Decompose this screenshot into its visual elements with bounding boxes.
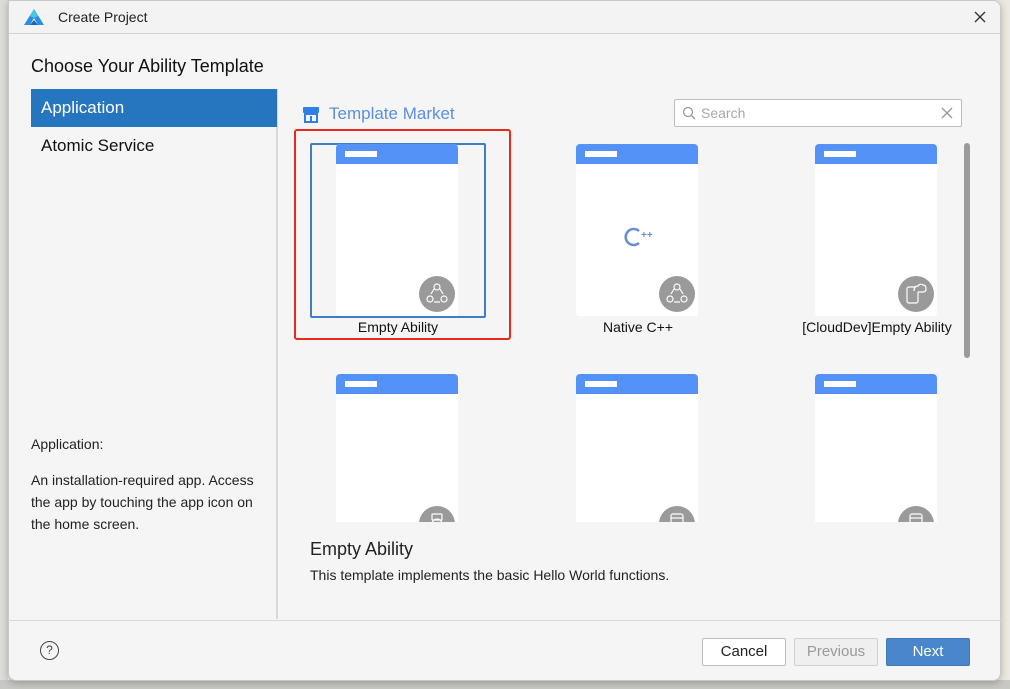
template-grid-scrollbar[interactable] [964, 143, 970, 358]
selected-template-description: This template implements the basic Hello… [310, 567, 670, 583]
category-sidebar: Application Atomic Service [31, 89, 277, 619]
preview-header [815, 144, 937, 164]
template-card-empty-ability[interactable]: Empty Ability [310, 143, 490, 343]
category-description: An installation-required app. Access the… [31, 472, 254, 532]
device-icon [898, 506, 934, 522]
template-name: [CloudDev]Empty Ability [802, 319, 952, 335]
search-box [674, 99, 962, 127]
previous-button[interactable]: Previous [794, 638, 878, 666]
deveco-logo-icon [24, 9, 44, 25]
ide-side-strip [0, 0, 8, 689]
search-icon [682, 106, 696, 120]
preview-title-placeholder [824, 151, 856, 157]
close-icon[interactable] [970, 7, 990, 27]
template-card-4[interactable] [310, 373, 490, 522]
template-preview [336, 374, 458, 522]
template-grid: Empty Ability ++ Native C++ [CloudDev]Em… [278, 130, 960, 522]
cloud-phone-icon [898, 276, 934, 312]
template-card-6[interactable] [789, 373, 960, 522]
ability-nodes-icon [659, 276, 695, 312]
template-name: Empty Ability [357, 319, 439, 335]
window-title: Create Project [58, 9, 148, 25]
svg-text:++: ++ [641, 230, 653, 241]
template-card-native-cpp[interactable]: ++ Native C++ [550, 143, 730, 343]
template-card-5[interactable] [550, 373, 730, 522]
cpp-icon: ++ [624, 227, 653, 247]
device-icon [659, 506, 695, 522]
category-description-title: Application: [31, 436, 104, 452]
help-icon[interactable]: ? [40, 641, 59, 660]
template-preview [815, 374, 937, 522]
template-preview [336, 144, 458, 316]
sidebar-item-atomic-service[interactable]: Atomic Service [31, 127, 277, 165]
template-market-link[interactable]: Template Market [302, 104, 455, 124]
template-market-label: Template Market [329, 104, 455, 123]
preview-header [815, 374, 937, 394]
preview-header [576, 374, 698, 394]
sidebar-item-application[interactable]: Application [31, 89, 277, 127]
watch-icon [419, 506, 455, 522]
template-card-clouddev-empty-ability[interactable]: [CloudDev]Empty Ability [789, 143, 960, 343]
clear-search-icon[interactable] [941, 107, 953, 119]
selected-template-title: Empty Ability [310, 539, 414, 559]
page-title: Choose Your Ability Template [31, 56, 264, 76]
preview-title-placeholder [824, 381, 856, 387]
store-icon [303, 107, 319, 123]
title-bar: Create Project [9, 1, 1000, 34]
preview-title-placeholder [585, 151, 617, 157]
cancel-button[interactable]: Cancel [702, 638, 786, 666]
next-button[interactable]: Next [886, 638, 970, 666]
preview-title-placeholder [345, 381, 377, 387]
preview-title-placeholder [345, 151, 377, 157]
template-preview [815, 144, 937, 316]
ability-nodes-icon [419, 276, 455, 312]
preview-title-placeholder [585, 381, 617, 387]
footer-divider [8, 620, 1001, 621]
template-name: Native C++ [602, 319, 674, 335]
preview-header [576, 144, 698, 164]
preview-header [336, 374, 458, 394]
preview-header [336, 144, 458, 164]
search-input[interactable] [701, 102, 931, 124]
ide-bottom-strip [0, 680, 1010, 689]
template-preview: ++ [576, 144, 698, 316]
template-preview [576, 374, 698, 522]
